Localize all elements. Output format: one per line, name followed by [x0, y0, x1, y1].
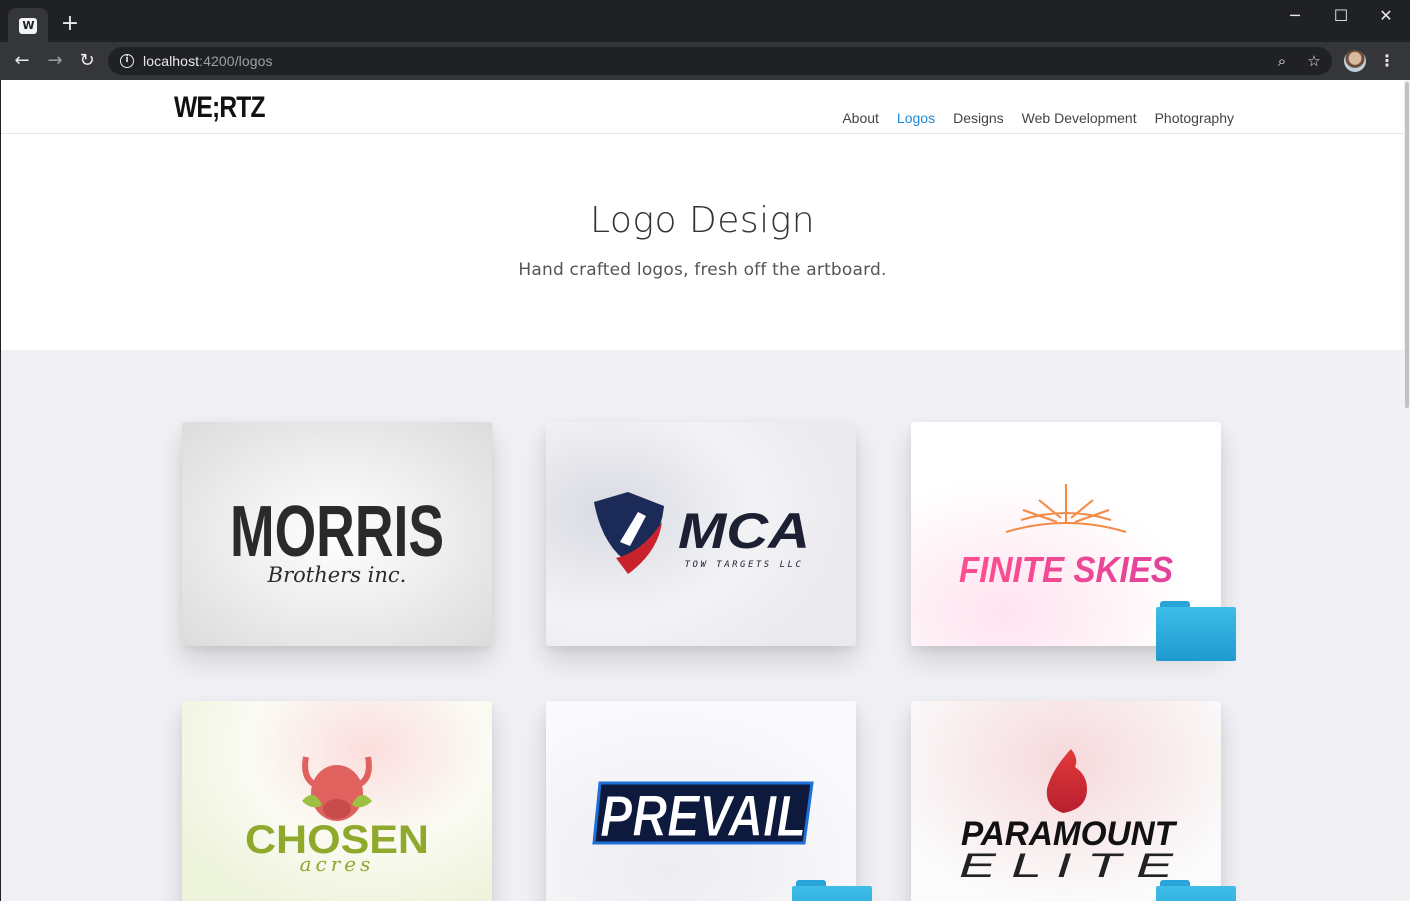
paramount-logo-art: PARAMOUNT E L I T E — [911, 701, 1221, 901]
url-host: localhost — [143, 53, 200, 69]
paramount-tagline: E L I T E — [959, 847, 1174, 885]
morris-logo-art: MORRIS Brothers inc. — [182, 422, 492, 646]
nav-web-development[interactable]: Web Development — [1022, 110, 1137, 126]
morris-name: MORRIS — [230, 492, 444, 572]
site-favicon-icon: W — [19, 18, 37, 34]
reload-icon[interactable]: ↻ — [75, 49, 99, 73]
nav-photography[interactable]: Photography — [1155, 110, 1234, 126]
forward-arrow-icon[interactable]: → — [43, 49, 67, 73]
minimize-button[interactable]: ─ — [1272, 4, 1318, 28]
morris-tagline: Brothers inc. — [267, 563, 407, 587]
logo-card-chosen-acres[interactable]: CHOSEN acres — [182, 701, 492, 901]
browser-titlebar: W + ─ ☐ ✕ — [0, 0, 1410, 44]
chosen-tagline: acres — [300, 852, 375, 876]
browser-tab[interactable]: W — [8, 8, 48, 44]
prevail-logo-art: PREVAIL — [546, 701, 856, 901]
folder-icon[interactable] — [1156, 880, 1236, 901]
bookmark-star-icon[interactable]: ☆ — [1304, 51, 1324, 71]
folder-icon[interactable] — [1156, 601, 1236, 661]
logo-card-paramount-elite[interactable]: PARAMOUNT E L I T E — [911, 701, 1221, 901]
page-subtitle: Hand crafted logos, fresh off the artboa… — [518, 260, 887, 280]
zoom-icon[interactable]: ⌕ — [1272, 51, 1292, 71]
url-text[interactable]: localhost:4200/logos — [143, 53, 273, 69]
page-scrollbar[interactable] — [1404, 80, 1410, 901]
page-title: Logo Design — [589, 200, 816, 241]
site-logo[interactable]: WE;RTZ — [174, 91, 266, 125]
info-icon[interactable]: i — [120, 54, 134, 68]
nav-designs[interactable]: Designs — [953, 110, 1004, 126]
nav-about[interactable]: About — [842, 110, 879, 126]
logo-card-morris[interactable]: MORRIS Brothers inc. — [182, 422, 492, 646]
mca-logo-art: MCA TOW TARGETS LLC — [546, 422, 856, 646]
hero-section: Logo Design Hand crafted logos, fresh of… — [1, 134, 1404, 350]
maximize-button[interactable]: ☐ — [1318, 4, 1364, 28]
mca-name: MCA — [678, 503, 810, 559]
mca-tagline: TOW TARGETS LLC — [685, 560, 804, 570]
profile-avatar[interactable] — [1344, 50, 1366, 72]
new-tab-button[interactable]: + — [58, 12, 82, 36]
nav-logos[interactable]: Logos — [897, 110, 935, 126]
prevail-name: PREVAIL — [600, 784, 806, 849]
back-arrow-icon[interactable]: ← — [10, 49, 34, 73]
scrollbar-thumb[interactable] — [1405, 82, 1409, 408]
address-bar[interactable]: i localhost:4200/logos ⌕ ☆ — [108, 47, 1332, 75]
site-header: WE;RTZ About Logos Designs Web Developme… — [1, 80, 1404, 134]
main-nav: About Logos Designs Web Development Phot… — [842, 110, 1234, 126]
page-viewport: WE;RTZ About Logos Designs Web Developme… — [1, 80, 1404, 901]
menu-kebab-icon[interactable]: ⋮ — [1378, 49, 1396, 73]
logo-card-mca[interactable]: MCA TOW TARGETS LLC — [546, 422, 856, 646]
url-path: :4200/logos — [199, 53, 273, 69]
logo-card-prevail[interactable]: PREVAIL — [546, 701, 856, 901]
folder-icon[interactable] — [792, 880, 872, 901]
close-window-button[interactable]: ✕ — [1363, 4, 1409, 28]
finite-skies-name: FINITE SKIES — [959, 549, 1173, 590]
browser-toolbar: ← → ↻ i localhost:4200/logos ⌕ ☆ ⋮ — [0, 42, 1410, 80]
chosen-logo-art: CHOSEN acres — [182, 701, 492, 901]
